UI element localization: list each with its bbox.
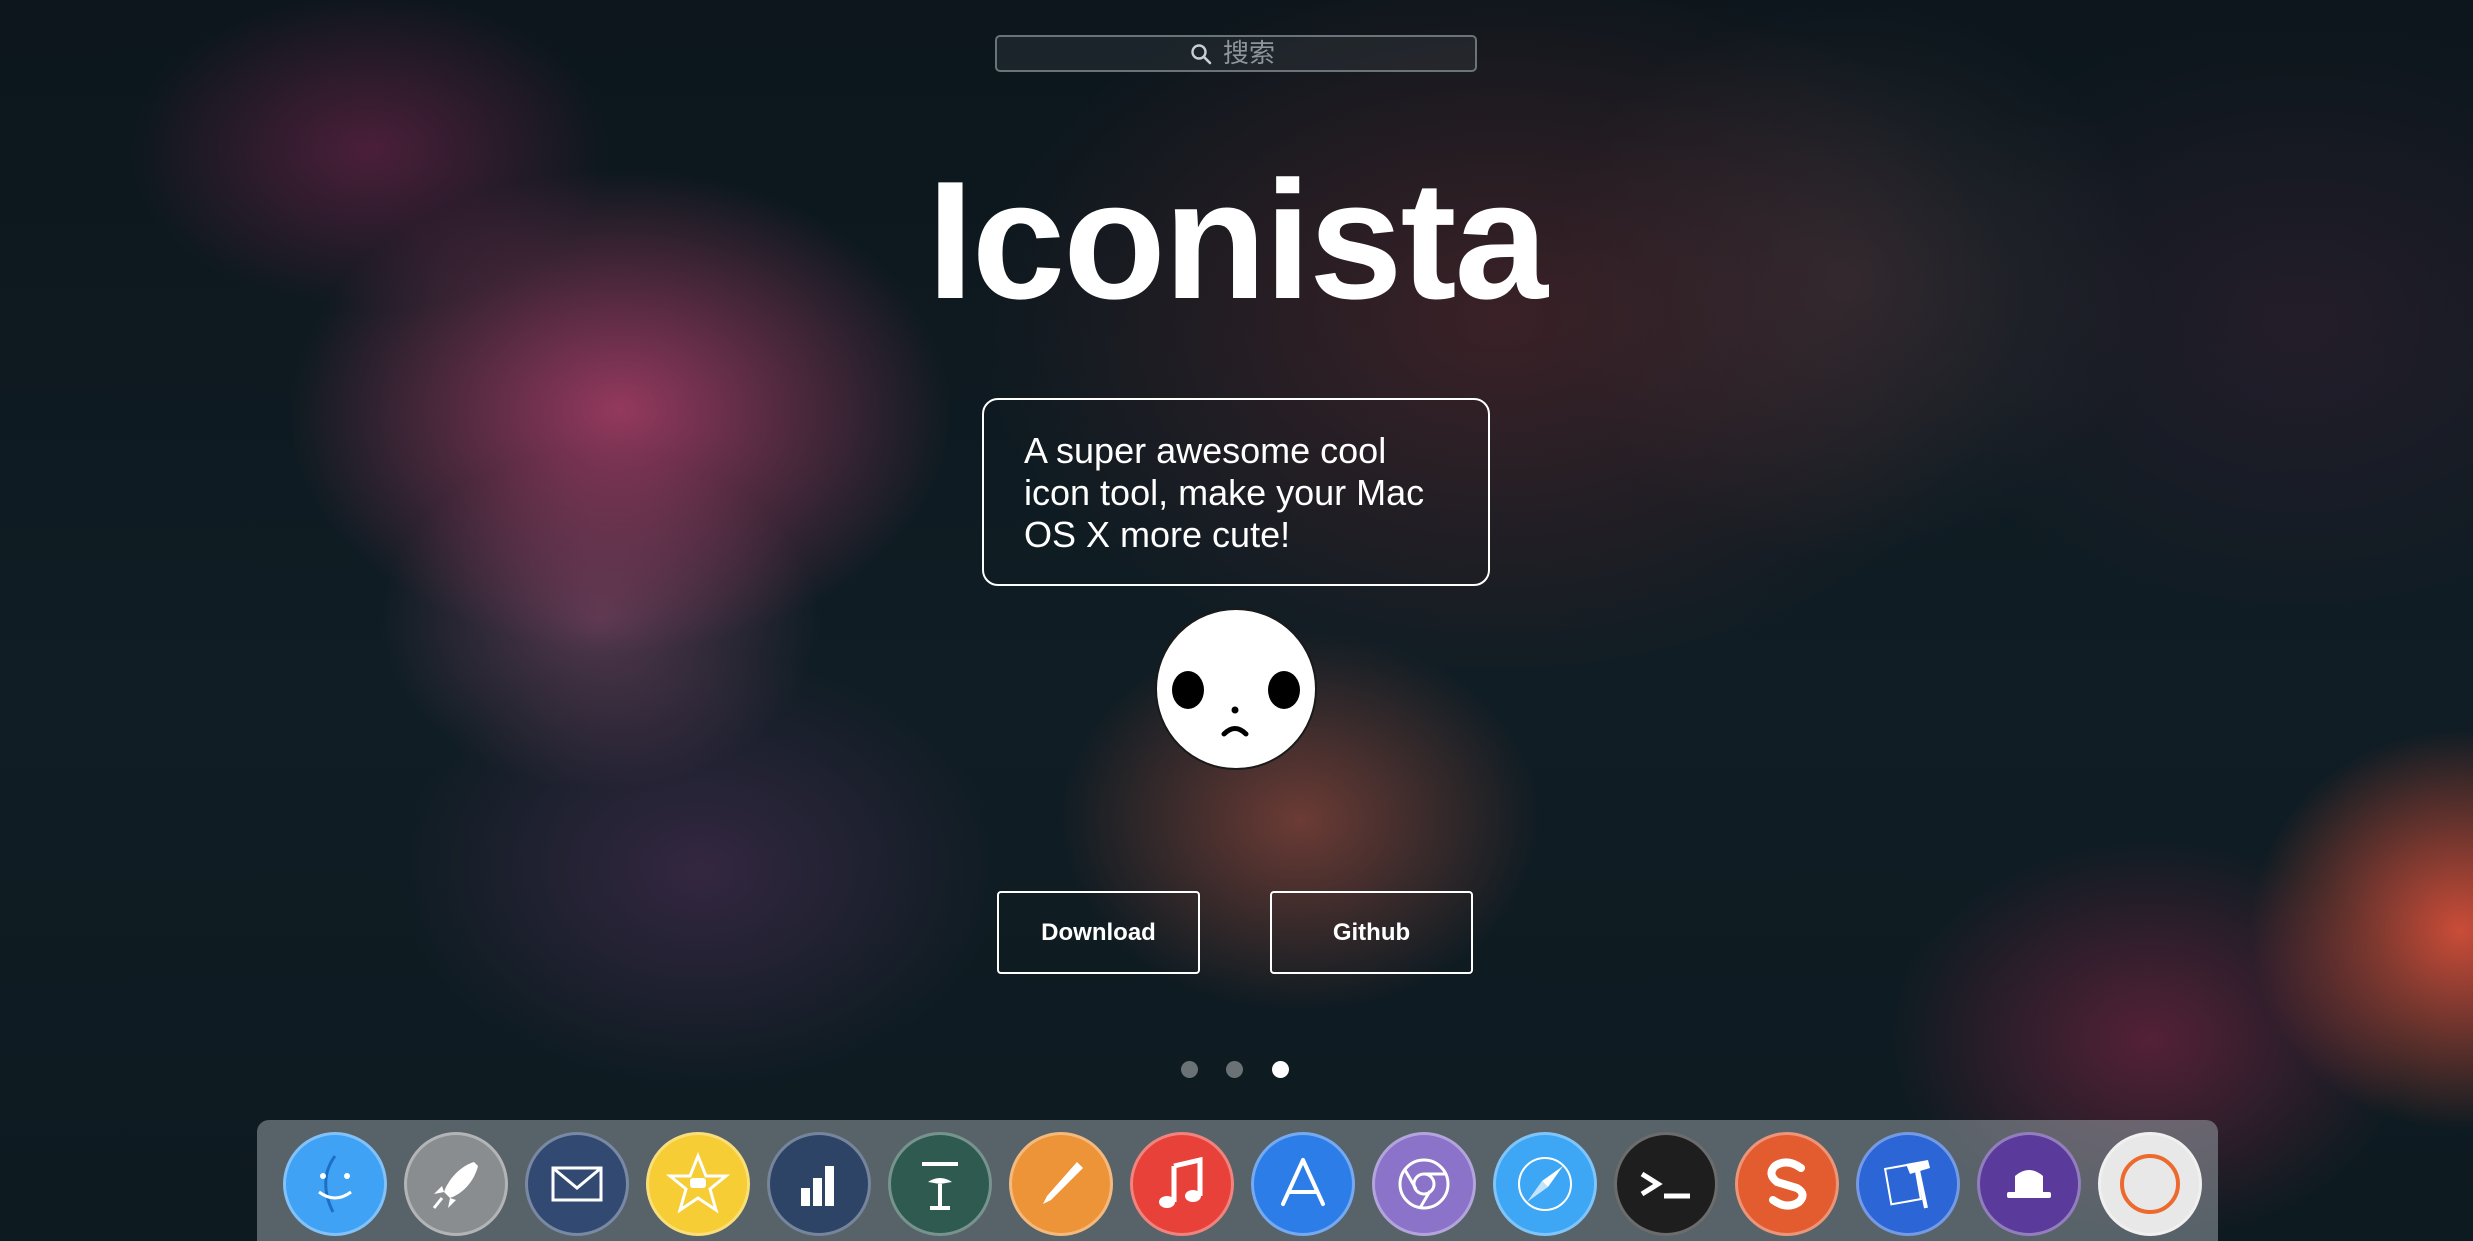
finder-icon[interactable] [283, 1132, 387, 1236]
tagline-text: A super awesome cool icon tool, make you… [1024, 430, 1425, 555]
numbers-chart-icon[interactable] [767, 1132, 871, 1236]
page-dot-2[interactable] [1226, 1061, 1243, 1078]
page-dot-1[interactable] [1181, 1061, 1198, 1078]
launchpad-rocket-icon[interactable] [404, 1132, 508, 1236]
sublime-s-icon[interactable] [1735, 1132, 1839, 1236]
search-input[interactable] [1223, 38, 1283, 69]
keynote-podium-icon[interactable] [888, 1132, 992, 1236]
terminal-icon[interactable] [1614, 1132, 1718, 1236]
page-title: Iconista [927, 146, 1548, 334]
generic-app-icon[interactable] [2098, 1132, 2202, 1236]
github-button[interactable]: Github [1270, 891, 1473, 974]
search-bar[interactable] [995, 35, 1477, 72]
pagination-dots [1181, 1061, 1293, 1079]
alfred-hat-icon[interactable] [1977, 1132, 2081, 1236]
music-note-icon[interactable] [1130, 1132, 1234, 1236]
app-store-icon[interactable] [1251, 1132, 1355, 1236]
imovie-star-icon[interactable] [646, 1132, 750, 1236]
tagline-card: A super awesome cool icon tool, make you… [982, 398, 1490, 586]
mascot-face-icon [1155, 608, 1317, 770]
chrome-icon[interactable] [1372, 1132, 1476, 1236]
safari-compass-icon[interactable] [1493, 1132, 1597, 1236]
dock [257, 1120, 2218, 1241]
download-button[interactable]: Download [997, 891, 1200, 974]
pages-pen-icon[interactable] [1009, 1132, 1113, 1236]
page-dot-3[interactable] [1272, 1061, 1289, 1078]
search-icon [1191, 43, 1212, 64]
xcode-hammer-icon[interactable] [1856, 1132, 1960, 1236]
mail-icon[interactable] [525, 1132, 629, 1236]
